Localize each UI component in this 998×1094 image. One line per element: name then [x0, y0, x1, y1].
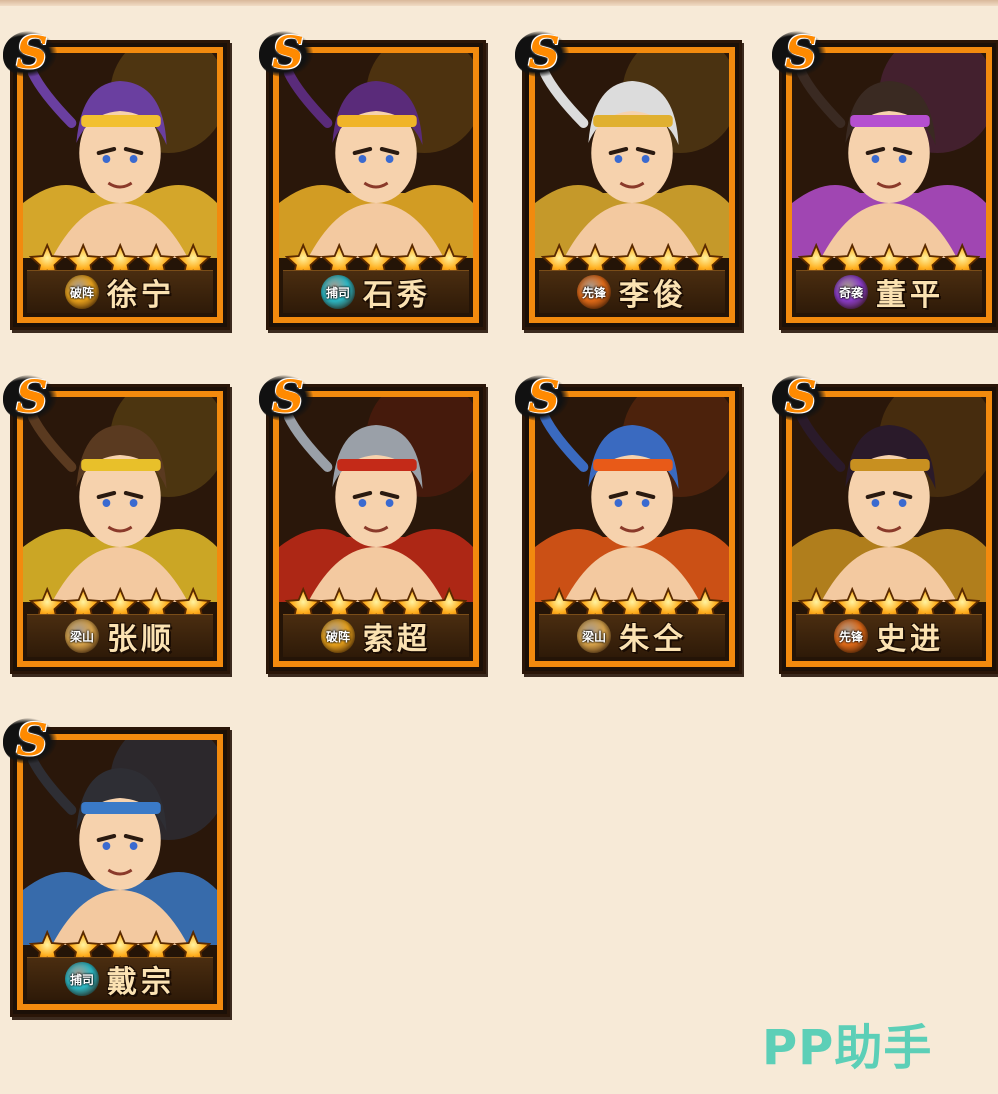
- hero-nameplate: 梁山 朱仝: [539, 614, 725, 657]
- hero-name: 李俊: [619, 278, 687, 313]
- rank-s-badge-icon: S: [3, 712, 61, 770]
- hero-name: 徐宁: [107, 278, 175, 313]
- hero-name: 索超: [363, 622, 431, 657]
- hero-nameplate: 捕司 戴宗: [27, 957, 213, 1000]
- card-frame: 破阵 徐宁: [17, 47, 223, 323]
- rank-s-badge-icon: S: [772, 25, 830, 83]
- card-frame: 捕司 戴宗: [17, 734, 223, 1010]
- hero-portrait: [279, 53, 473, 258]
- faction-emblem-icon: 奇袭: [834, 275, 868, 309]
- pp-assistant-watermark: PP助手: [762, 1020, 933, 1076]
- hero-name: 朱仝: [619, 622, 687, 657]
- hero-card[interactable]: 奇袭 董平 S: [772, 31, 998, 330]
- hero-portrait: [792, 53, 986, 258]
- hero-portrait: [23, 53, 217, 258]
- hero-card[interactable]: 破阵 徐宁 S: [3, 31, 230, 330]
- rank-s-badge-icon: S: [259, 25, 317, 83]
- hero-portrait: [23, 740, 217, 945]
- hero-card[interactable]: 先锋 李俊 S: [515, 31, 742, 330]
- hero-name: 董平: [876, 278, 944, 313]
- hero-name: 史进: [876, 622, 944, 657]
- faction-emblem-icon: 破阵: [321, 619, 355, 653]
- faction-emblem-icon: 捕司: [65, 962, 99, 996]
- hero-nameplate: 捕司 石秀: [283, 270, 469, 313]
- faction-emblem-icon: 破阵: [65, 275, 99, 309]
- hero-card[interactable]: 捕司 戴宗 S: [3, 718, 230, 1017]
- hero-card[interactable]: 梁山 朱仝 S: [515, 375, 742, 674]
- faction-emblem-icon: 先锋: [577, 275, 611, 309]
- card-frame: 先锋 史进: [786, 391, 992, 667]
- hero-nameplate: 破阵 索超: [283, 614, 469, 657]
- hero-portrait: [535, 53, 729, 258]
- faction-emblem-icon: 捕司: [321, 275, 355, 309]
- hero-nameplate: 奇袭 董平: [796, 270, 982, 313]
- hero-card[interactable]: 梁山 张顺 S: [3, 375, 230, 674]
- rank-s-badge-icon: S: [515, 369, 573, 427]
- card-frame: 奇袭 董平: [786, 47, 992, 323]
- card-frame: 破阵 索超: [273, 391, 479, 667]
- rank-s-badge-icon: S: [515, 25, 573, 83]
- hero-card[interactable]: 破阵 索超 S: [259, 375, 486, 674]
- rank-s-badge-icon: S: [3, 25, 61, 83]
- faction-emblem-icon: 先锋: [834, 619, 868, 653]
- hero-name: 张顺: [107, 622, 175, 657]
- hero-card-grid: 破阵 徐宁 S 捕司 石秀 S 先锋 李俊 S 奇袭 董平 S 梁山 张顺 S …: [0, 0, 998, 1094]
- hero-nameplate: 先锋 李俊: [539, 270, 725, 313]
- hero-portrait: [279, 397, 473, 602]
- faction-emblem-icon: 梁山: [577, 619, 611, 653]
- hero-card[interactable]: 捕司 石秀 S: [259, 31, 486, 330]
- card-frame: 捕司 石秀: [273, 47, 479, 323]
- hero-card[interactable]: 先锋 史进 S: [772, 375, 998, 674]
- card-frame: 先锋 李俊: [529, 47, 735, 323]
- rank-s-badge-icon: S: [259, 369, 317, 427]
- hero-portrait: [23, 397, 217, 602]
- hero-name: 石秀: [363, 278, 431, 313]
- hero-nameplate: 破阵 徐宁: [27, 270, 213, 313]
- hero-portrait: [792, 397, 986, 602]
- hero-nameplate: 先锋 史进: [796, 614, 982, 657]
- card-frame: 梁山 张顺: [17, 391, 223, 667]
- faction-emblem-icon: 梁山: [65, 619, 99, 653]
- card-frame: 梁山 朱仝: [529, 391, 735, 667]
- hero-name: 戴宗: [107, 965, 175, 1000]
- hero-portrait: [535, 397, 729, 602]
- rank-s-badge-icon: S: [772, 369, 830, 427]
- rank-s-badge-icon: S: [3, 369, 61, 427]
- hero-nameplate: 梁山 张顺: [27, 614, 213, 657]
